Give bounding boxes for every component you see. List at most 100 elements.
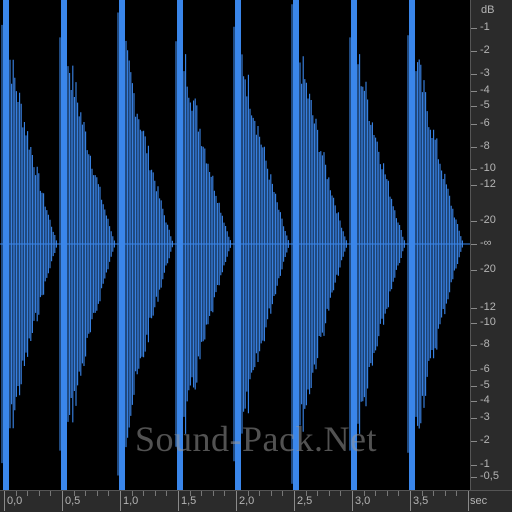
time-tick-label: 3,5 bbox=[413, 495, 429, 507]
time-minor-tick bbox=[85, 491, 87, 496]
time-tick bbox=[178, 491, 179, 511]
db-tick bbox=[471, 147, 477, 148]
time-minor-tick bbox=[270, 491, 272, 496]
time-minor-tick bbox=[154, 491, 156, 496]
time-tick bbox=[294, 491, 295, 511]
db-tick-label: -1 bbox=[480, 458, 490, 470]
time-tick-label: 3,0 bbox=[355, 495, 371, 507]
transient-peak bbox=[177, 0, 183, 490]
db-tick bbox=[471, 418, 477, 419]
transient-peak bbox=[61, 0, 67, 490]
db-tick bbox=[471, 185, 477, 186]
time-minor-tick bbox=[328, 491, 330, 496]
transient-peak bbox=[119, 0, 125, 490]
db-tick-label: -20 bbox=[480, 214, 496, 226]
time-minor-tick bbox=[433, 491, 435, 496]
db-tick bbox=[471, 244, 477, 245]
db-tick bbox=[471, 323, 477, 324]
time-tick bbox=[120, 491, 121, 511]
db-tick-label: -2 bbox=[480, 44, 490, 56]
time-minor-tick bbox=[224, 491, 226, 496]
db-ruler: dB -1 -2 -3 -4 -5 -6 -8 -10 -12 -20 -∞ -20 -12 -10 -8 -… bbox=[470, 0, 512, 490]
time-minor-tick bbox=[96, 491, 98, 496]
time-minor-tick bbox=[166, 491, 168, 496]
time-ruler: 0,0 0,5 1,0 1,5 2,0 2,5 3,0 3,5 sec bbox=[0, 490, 512, 512]
db-tick bbox=[471, 169, 477, 170]
transient-peak bbox=[409, 0, 415, 490]
db-tick bbox=[471, 221, 477, 222]
time-minor-tick bbox=[317, 491, 319, 496]
time-minor-tick bbox=[375, 491, 377, 496]
time-tick bbox=[410, 491, 411, 511]
db-tick bbox=[471, 270, 477, 271]
time-minor-tick bbox=[50, 491, 52, 496]
time-minor-tick bbox=[386, 491, 388, 496]
db-unit-label: dB bbox=[481, 4, 495, 16]
time-tick-label: 2,0 bbox=[239, 495, 255, 507]
db-tick bbox=[471, 28, 477, 29]
audio-editor: dB -1 -2 -3 -4 -5 -6 -8 -10 -12 -20 -∞ -20 -12 -10 -8 -… bbox=[0, 0, 512, 512]
db-tick bbox=[471, 124, 477, 125]
time-minor-tick bbox=[282, 491, 284, 496]
time-minor-tick bbox=[27, 491, 29, 496]
db-tick bbox=[471, 441, 477, 442]
db-tick-label: -0,5 bbox=[480, 470, 499, 482]
time-tick-label: 1,5 bbox=[181, 495, 197, 507]
db-tick-label: -∞ bbox=[480, 237, 492, 249]
waveform-svg bbox=[0, 0, 470, 490]
db-tick bbox=[471, 91, 477, 92]
time-tick-label: 1,0 bbox=[123, 495, 139, 507]
time-minor-tick bbox=[212, 491, 214, 496]
db-tick-label: -1 bbox=[480, 21, 490, 33]
db-tick-label: -2 bbox=[480, 434, 490, 446]
time-minor-tick bbox=[143, 491, 145, 496]
db-tick-label: -4 bbox=[480, 84, 490, 96]
time-minor-tick bbox=[444, 491, 446, 496]
db-tick bbox=[471, 370, 477, 371]
db-tick bbox=[471, 401, 477, 402]
transient-peak bbox=[293, 0, 299, 490]
transient-peak bbox=[351, 0, 357, 490]
transient-peak bbox=[3, 0, 9, 490]
db-tick bbox=[471, 106, 477, 107]
db-tick bbox=[471, 465, 477, 466]
time-tick bbox=[236, 491, 237, 511]
db-tick-label: -20 bbox=[480, 263, 496, 275]
db-tick-label: -5 bbox=[480, 99, 490, 111]
time-minor-tick bbox=[201, 491, 203, 496]
db-tick-label: -5 bbox=[480, 379, 490, 391]
db-tick-label: -8 bbox=[480, 338, 490, 350]
time-tick bbox=[468, 491, 469, 511]
db-tick bbox=[471, 345, 477, 346]
time-minor-tick bbox=[108, 491, 110, 496]
db-tick-label: -12 bbox=[480, 301, 496, 313]
db-tick bbox=[471, 74, 477, 75]
time-minor-tick bbox=[398, 491, 400, 496]
time-tick bbox=[352, 491, 353, 511]
time-minor-tick bbox=[340, 491, 342, 496]
db-tick-label: -10 bbox=[480, 316, 496, 328]
db-tick-label: -6 bbox=[480, 363, 490, 375]
db-tick bbox=[471, 477, 477, 478]
db-tick-label: -3 bbox=[480, 411, 490, 423]
db-tick bbox=[471, 308, 477, 309]
db-tick bbox=[471, 386, 477, 387]
time-minor-tick bbox=[456, 491, 458, 496]
waveform-view[interactable] bbox=[0, 0, 470, 490]
db-tick-label: -4 bbox=[480, 394, 490, 406]
time-minor-tick bbox=[259, 491, 261, 496]
time-unit-label: sec bbox=[470, 495, 488, 507]
db-tick-label: -3 bbox=[480, 67, 490, 79]
db-tick-label: -6 bbox=[480, 117, 490, 129]
db-tick-label: -8 bbox=[480, 140, 490, 152]
time-tick-label: 2,5 bbox=[297, 495, 313, 507]
db-tick bbox=[471, 51, 477, 52]
time-tick-label: 0,0 bbox=[7, 495, 23, 507]
db-tick-label: -10 bbox=[480, 162, 496, 174]
time-tick bbox=[62, 491, 63, 511]
time-minor-tick bbox=[38, 491, 40, 496]
time-tick-label: 0,5 bbox=[65, 495, 81, 507]
db-tick-label: -12 bbox=[480, 178, 496, 190]
transient-peak bbox=[235, 0, 241, 490]
time-tick bbox=[4, 491, 5, 511]
